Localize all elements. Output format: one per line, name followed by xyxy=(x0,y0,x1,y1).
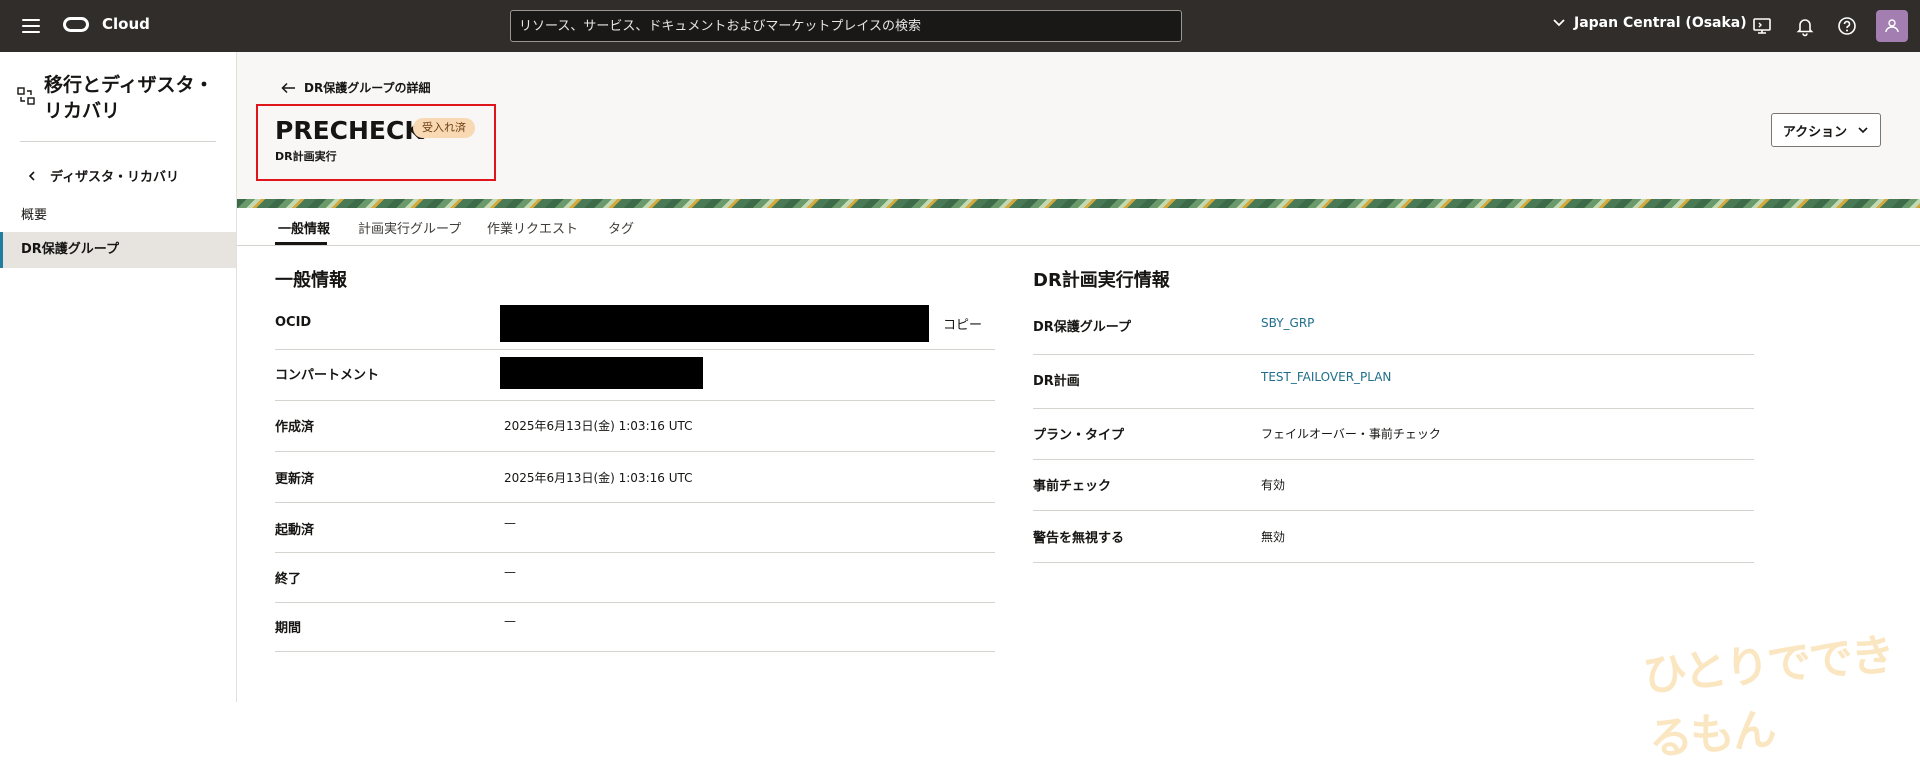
chevron-down-icon xyxy=(1553,19,1565,27)
region-label: Japan Central (Osaka) xyxy=(1574,15,1747,31)
back-to-group-details-link[interactable]: DR保護グループの詳細 xyxy=(281,79,430,96)
watermark-logo: ひとりでできるもん xyxy=(1640,629,1896,766)
oracle-logo-icon[interactable] xyxy=(63,17,89,32)
dr-row-precheck: 事前チェック 有効 xyxy=(1033,460,1754,511)
dr-value: フェイルオーバー・事前チェック xyxy=(1261,427,1441,441)
sidebar-item-overview[interactable]: 概要 xyxy=(0,198,236,234)
dr-label: 事前チェック xyxy=(1033,479,1112,494)
info-label: 作成済 xyxy=(275,420,315,435)
info-row-compartment: コンパートメント xyxy=(275,350,995,401)
info-row-created: 作成済 2025年6月13日(金) 1:03:16 UTC xyxy=(275,401,995,452)
search-input[interactable] xyxy=(510,10,1182,42)
hamburger-menu-icon[interactable] xyxy=(20,15,42,37)
sidebar-item-dr-protection-group[interactable]: DR保護グループ xyxy=(0,232,236,268)
dr-label: プラン・タイプ xyxy=(1033,428,1125,443)
dr-plan-link[interactable]: TEST_FAILOVER_PLAN xyxy=(1261,370,1391,384)
brand-label[interactable]: Cloud xyxy=(102,15,150,33)
info-label: 終了 xyxy=(275,572,302,587)
user-icon xyxy=(1885,19,1899,33)
dr-value: 有効 xyxy=(1261,478,1286,492)
protection-group-link[interactable]: SBY_GRP xyxy=(1261,316,1314,330)
chevron-down-icon xyxy=(1858,127,1868,134)
arrow-left-icon xyxy=(281,82,295,93)
info-value: 2025年6月13日(金) 1:03:16 UTC xyxy=(504,419,693,433)
actions-label: アクション xyxy=(1782,124,1848,140)
cloud-shell-icon[interactable] xyxy=(1751,15,1773,37)
user-avatar[interactable] xyxy=(1876,10,1908,42)
info-row-ocid: OCID コピー xyxy=(275,300,995,350)
general-info-heading: 一般情報 xyxy=(275,270,347,291)
bell-icon[interactable] xyxy=(1794,15,1816,37)
actions-button[interactable]: アクション xyxy=(1771,113,1881,147)
top-bar: Cloud Japan Central (Osaka) xyxy=(0,0,1920,52)
copy-ocid-link[interactable]: コピー xyxy=(943,314,982,333)
info-label: コンパートメント xyxy=(275,368,380,383)
tab-general[interactable]: 一般情報 xyxy=(278,218,330,237)
info-value: — xyxy=(504,614,516,628)
dr-row-plan: DR計画 TEST_FAILOVER_PLAN xyxy=(1033,355,1754,409)
redacted-ocid xyxy=(500,305,929,342)
sidebar: 移行とディザスタ・リカバリ ディザスタ・リカバリ 概要 DR保護グループ xyxy=(0,52,237,702)
info-value: — xyxy=(504,516,516,530)
sidebar-divider xyxy=(20,141,216,142)
info-label: 起動済 xyxy=(275,523,315,538)
info-row-updated: 更新済 2025年6月13日(金) 1:03:16 UTC xyxy=(275,452,995,503)
info-row-started: 起動済 — xyxy=(275,503,995,553)
dr-row-plan-type: プラン・タイプ フェイルオーバー・事前チェック xyxy=(1033,409,1754,460)
redacted-compartment xyxy=(500,357,703,389)
info-label: OCID xyxy=(275,315,312,330)
dr-label: DR保護グループ xyxy=(1033,320,1132,335)
dr-label: 警告を無視する xyxy=(1033,531,1125,546)
dr-row-protection-group: DR保護グループ SBY_GRP xyxy=(1033,300,1754,355)
tab-plan-execution-groups[interactable]: 計画実行グループ xyxy=(358,218,461,237)
sidebar-title: 移行とディザスタ・リカバリ xyxy=(44,74,214,122)
help-icon[interactable] xyxy=(1836,15,1858,37)
dr-row-ignore-warnings: 警告を無視する 無効 xyxy=(1033,511,1754,563)
dr-value: 無効 xyxy=(1261,530,1286,544)
sidebar-back-link[interactable]: ディザスタ・リカバリ xyxy=(26,166,179,185)
highlight-box xyxy=(256,104,496,181)
tab-tags[interactable]: タグ xyxy=(608,218,634,237)
dr-info-heading: DR計画実行情報 xyxy=(1033,270,1170,291)
migration-icon xyxy=(17,87,35,105)
sidebar-back-label: ディザスタ・リカバリ xyxy=(50,170,179,185)
decorative-banner xyxy=(237,199,1920,208)
info-label: 期間 xyxy=(275,621,302,636)
info-value: 2025年6月13日(金) 1:03:16 UTC xyxy=(504,471,693,485)
region-selector[interactable]: Japan Central (Osaka) xyxy=(1552,15,1747,31)
info-row-finished: 終了 — xyxy=(275,553,995,603)
info-label: 更新済 xyxy=(275,472,315,487)
info-value: — xyxy=(504,565,516,579)
chevron-left-icon xyxy=(28,170,35,181)
dr-label: DR計画 xyxy=(1033,374,1080,389)
tab-work-requests[interactable]: 作業リクエスト xyxy=(487,218,578,237)
tab-bar: 一般情報 計画実行グループ 作業リクエスト タグ xyxy=(237,208,1920,246)
back-link-label: DR保護グループの詳細 xyxy=(304,81,431,95)
info-row-duration: 期間 — xyxy=(275,603,995,652)
active-tab-indicator xyxy=(275,242,327,245)
